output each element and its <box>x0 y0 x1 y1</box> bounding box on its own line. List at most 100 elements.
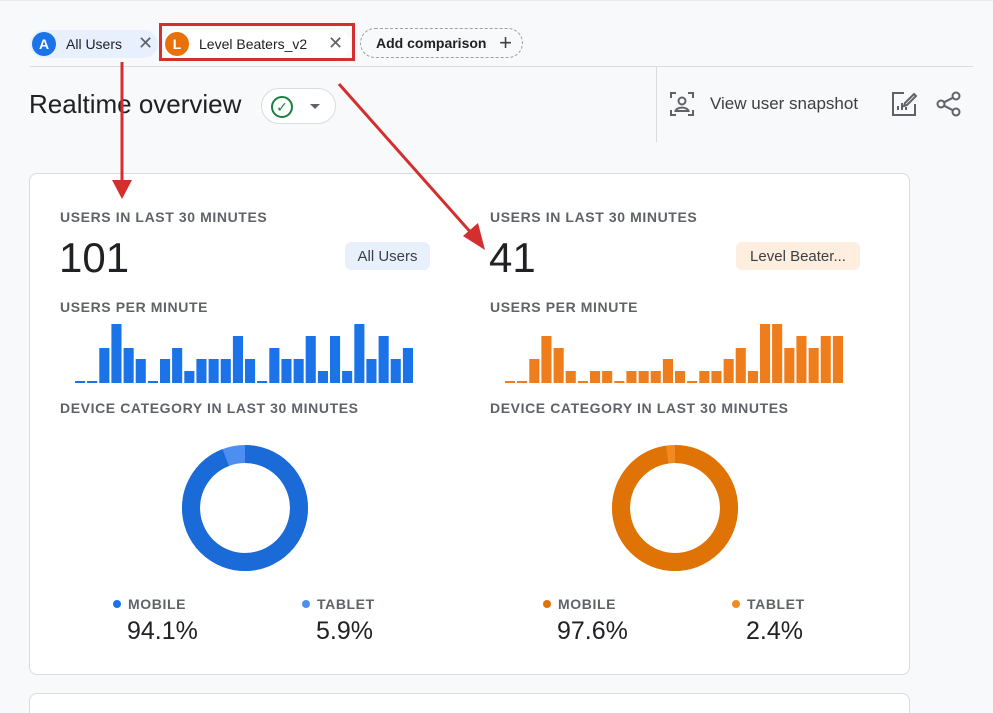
legend-dot <box>113 600 121 608</box>
bar[interactable] <box>565 371 576 383</box>
page-title: Realtime overview <box>29 89 242 119</box>
bar[interactable] <box>577 381 588 383</box>
legend-mobile: MOBILE <box>543 596 616 612</box>
bar[interactable] <box>342 371 353 383</box>
bar[interactable] <box>330 336 341 383</box>
data-quality-dropdown[interactable]: ✓ <box>261 88 336 124</box>
users-per-minute-label: USERS PER MINUTE <box>490 299 639 315</box>
legend-label: MOBILE <box>558 596 617 612</box>
plus-icon: + <box>499 30 512 55</box>
users-per-minute-chart[interactable] <box>505 322 845 383</box>
bar[interactable] <box>796 336 807 383</box>
bar[interactable] <box>675 371 686 383</box>
bar[interactable] <box>281 359 292 383</box>
legend-mobile: MOBILE <box>113 596 186 612</box>
bar[interactable] <box>602 371 613 383</box>
bar[interactable] <box>760 324 771 383</box>
segment-badge: Level Beater... <box>736 242 860 270</box>
bar[interactable] <box>378 336 389 383</box>
bar[interactable] <box>135 359 146 383</box>
comparison-chip-all-users[interactable]: A All Users ✕ <box>30 30 158 58</box>
mobile-percentage: 94.1% <box>127 617 198 645</box>
bar[interactable] <box>662 359 673 383</box>
segment-badge: All Users <box>345 242 430 270</box>
chip-label: All Users <box>66 36 123 52</box>
donut-slice-mobile[interactable] <box>182 445 308 571</box>
bar[interactable] <box>553 348 564 383</box>
bar[interactable] <box>699 371 710 383</box>
bar[interactable] <box>590 371 601 383</box>
bar[interactable] <box>232 336 243 383</box>
header-divider <box>30 66 973 67</box>
bar[interactable] <box>772 324 783 383</box>
caret-down-icon <box>310 104 320 109</box>
users-per-minute-chart[interactable] <box>75 322 415 383</box>
user-snapshot-icon[interactable] <box>669 91 695 117</box>
users-per-minute-label: USERS PER MINUTE <box>60 299 209 315</box>
bar[interactable] <box>293 359 304 383</box>
avatar: A <box>32 32 56 56</box>
bar[interactable] <box>196 359 207 383</box>
bar[interactable] <box>366 359 377 383</box>
view-user-snapshot-link[interactable]: View user snapshot <box>710 94 858 114</box>
add-comparison-button[interactable]: Add comparison + <box>360 28 523 58</box>
bar[interactable] <box>735 348 746 383</box>
bar[interactable] <box>208 359 219 383</box>
device-category-label: DEVICE CATEGORY IN LAST 30 MINUTES <box>490 400 789 416</box>
legend-label: TABLET <box>317 596 375 612</box>
bar[interactable] <box>402 348 413 383</box>
bar[interactable] <box>220 359 231 383</box>
bar[interactable] <box>711 371 722 383</box>
bar[interactable] <box>747 371 758 383</box>
bar[interactable] <box>245 359 256 383</box>
bar[interactable] <box>808 348 819 383</box>
bar[interactable] <box>305 336 316 383</box>
donut-slice-mobile[interactable] <box>612 445 738 571</box>
device-donut-chart[interactable] <box>181 444 309 572</box>
realtime-card: USERS IN LAST 30 MINUTES 101 All Users U… <box>29 173 910 675</box>
bar[interactable] <box>99 348 110 383</box>
top-border <box>0 0 993 1</box>
bar[interactable] <box>390 359 401 383</box>
highlight-box <box>159 23 355 61</box>
close-icon[interactable]: ✕ <box>138 34 153 52</box>
bar[interactable] <box>160 359 171 383</box>
bar[interactable] <box>541 336 552 383</box>
bar[interactable] <box>184 371 195 383</box>
tablet-percentage: 2.4% <box>746 617 803 645</box>
bar[interactable] <box>257 381 268 383</box>
bar[interactable] <box>784 348 795 383</box>
bar[interactable] <box>517 381 528 383</box>
bar[interactable] <box>626 371 637 383</box>
bar[interactable] <box>687 381 698 383</box>
bar[interactable] <box>172 348 183 383</box>
bar[interactable] <box>354 324 365 383</box>
bar[interactable] <box>820 336 831 383</box>
bar[interactable] <box>269 348 280 383</box>
bar[interactable] <box>650 371 661 383</box>
bar[interactable] <box>75 381 86 383</box>
bar[interactable] <box>317 371 328 383</box>
check-circle-icon: ✓ <box>271 96 293 118</box>
bar[interactable] <box>638 371 649 383</box>
device-donut-chart[interactable] <box>611 444 739 572</box>
bar[interactable] <box>111 324 122 383</box>
next-card <box>29 693 910 713</box>
toolbar-divider <box>656 66 657 142</box>
add-comparison-label: Add comparison <box>376 35 487 51</box>
share-icon[interactable] <box>936 91 962 117</box>
bar[interactable] <box>87 381 98 383</box>
legend-dot <box>543 600 551 608</box>
bar[interactable] <box>529 359 540 383</box>
mobile-percentage: 97.6% <box>557 617 628 645</box>
legend-label: TABLET <box>747 596 805 612</box>
users-30min-label: USERS IN LAST 30 MINUTES <box>60 209 268 225</box>
bar[interactable] <box>614 381 625 383</box>
bar[interactable] <box>832 336 843 383</box>
bar[interactable] <box>123 348 134 383</box>
bar[interactable] <box>147 381 158 383</box>
bar[interactable] <box>723 359 734 383</box>
legend-tablet: TABLET <box>302 596 375 612</box>
bar[interactable] <box>505 381 516 383</box>
edit-report-icon[interactable] <box>890 90 918 118</box>
